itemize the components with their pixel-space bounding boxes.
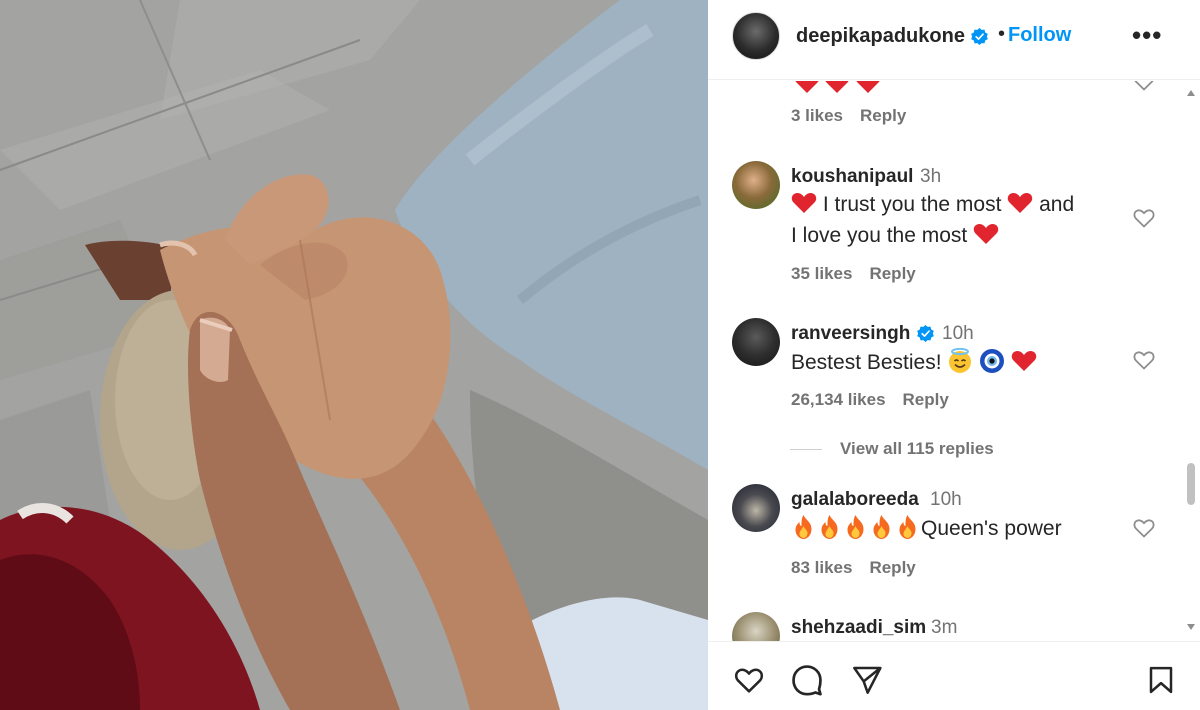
comment-text-part: and [1039, 193, 1075, 216]
holding-hands-photo [0, 0, 708, 710]
bookmark-icon[interactable] [1146, 664, 1176, 696]
comment-likes[interactable]: 35 likes [791, 264, 852, 283]
red-heart-emoji-icon [1011, 351, 1037, 371]
comment-meta: 3 likes Reply [791, 106, 923, 126]
comment-text-part: Queen's power [921, 517, 1062, 540]
comment-meta: 26,134 likes Reply [791, 390, 966, 410]
commenter-avatar[interactable] [732, 318, 780, 366]
fire-emoji-icon [899, 515, 916, 539]
comment-text-part: I trust you the most [822, 193, 1002, 216]
red-heart-emoji-icon [795, 81, 819, 93]
heart-outline-icon[interactable] [1132, 206, 1156, 230]
scroll-up-arrow-icon[interactable] [1186, 89, 1196, 97]
red-heart-emoji-icon [856, 81, 880, 93]
heart-outline-icon[interactable] [1132, 81, 1156, 93]
fire-emoji-icon [873, 515, 890, 539]
comments-scrollbar[interactable] [1182, 81, 1200, 641]
comment-username[interactable]: shehzaadi_sim [791, 617, 926, 639]
more-horizontal-icon[interactable]: ••• [1132, 20, 1162, 51]
comment-username[interactable]: koushanipaul [791, 166, 913, 188]
commenter-avatar[interactable] [732, 612, 780, 641]
post-actions-bar [708, 641, 1200, 710]
heart-outline-icon[interactable] [1132, 348, 1156, 372]
post-photo [0, 0, 708, 710]
comment-reply-button[interactable]: Reply [869, 558, 915, 577]
author-username[interactable]: deepikapadukone [796, 25, 965, 48]
comment-reply-button[interactable]: Reply [869, 264, 915, 283]
scroll-thumb[interactable] [1187, 463, 1195, 505]
comment-text: I trust you the most and I love you the … [791, 189, 1151, 251]
comment-username[interactable]: ranveersingh [791, 323, 910, 345]
red-heart-emoji-icon [1008, 193, 1033, 213]
scroll-down-arrow-icon[interactable] [1186, 623, 1196, 631]
post-sidebar: deepikapadukone • Follow ••• 3 likes Repl… [708, 0, 1200, 710]
comment-reply-button[interactable]: Reply [903, 390, 949, 409]
commenter-avatar[interactable] [732, 161, 780, 209]
comment-text: Queen's power [791, 513, 1151, 544]
comment-bubble-icon[interactable] [790, 663, 824, 697]
comment-meta: 83 likes Reply [791, 558, 933, 578]
comment-time[interactable]: 3m [931, 617, 957, 639]
heart-outline-icon[interactable] [732, 664, 766, 696]
comment-likes[interactable]: 26,134 likes [791, 390, 886, 409]
paper-plane-icon[interactable] [850, 664, 884, 696]
comment-text [794, 81, 881, 96]
comment-likes[interactable]: 83 likes [791, 558, 852, 577]
comment-time[interactable]: 3h [920, 166, 941, 188]
post-header: deepikapadukone • Follow ••• [708, 0, 1200, 80]
comment-reply-button[interactable]: Reply [860, 106, 906, 125]
comments-list: 3 likes Reply koushanipaul 3h I trust you… [708, 81, 1200, 641]
comment-time[interactable]: 10h [942, 323, 974, 345]
separator-dot: • [998, 23, 1006, 45]
comment-text: Bestest Besties! [791, 347, 1151, 378]
red-heart-emoji-icon [791, 193, 817, 213]
comment-likes[interactable]: 3 likes [791, 106, 843, 125]
comment-text-part: I love you the most [791, 224, 968, 247]
comment-meta: 35 likes Reply [791, 264, 933, 284]
fire-emoji-icon [795, 515, 812, 539]
heart-outline-icon[interactable] [1132, 516, 1156, 540]
comment-username[interactable]: galalaboreeda [791, 489, 919, 511]
red-heart-emoji-icon [973, 224, 999, 244]
fire-emoji-icon [847, 515, 864, 539]
smiling-face-with-halo-emoji-icon [949, 348, 972, 373]
nazar-amulet-emoji-icon [980, 349, 1005, 373]
comment-text-part: Bestest Besties! [791, 351, 942, 374]
fire-emoji-icon [821, 515, 838, 539]
verified-badge-icon [917, 324, 934, 343]
comment-time[interactable]: 10h [930, 489, 962, 511]
author-avatar[interactable] [732, 12, 780, 60]
red-heart-emoji-icon [825, 81, 850, 93]
verified-badge-icon [971, 27, 988, 46]
view-replies-button[interactable]: View all 115 replies [790, 439, 994, 459]
view-replies-label: View all 115 replies [840, 439, 994, 458]
reply-thread-line [790, 449, 822, 451]
commenter-avatar[interactable] [732, 484, 780, 532]
follow-button[interactable]: Follow [1008, 24, 1071, 47]
